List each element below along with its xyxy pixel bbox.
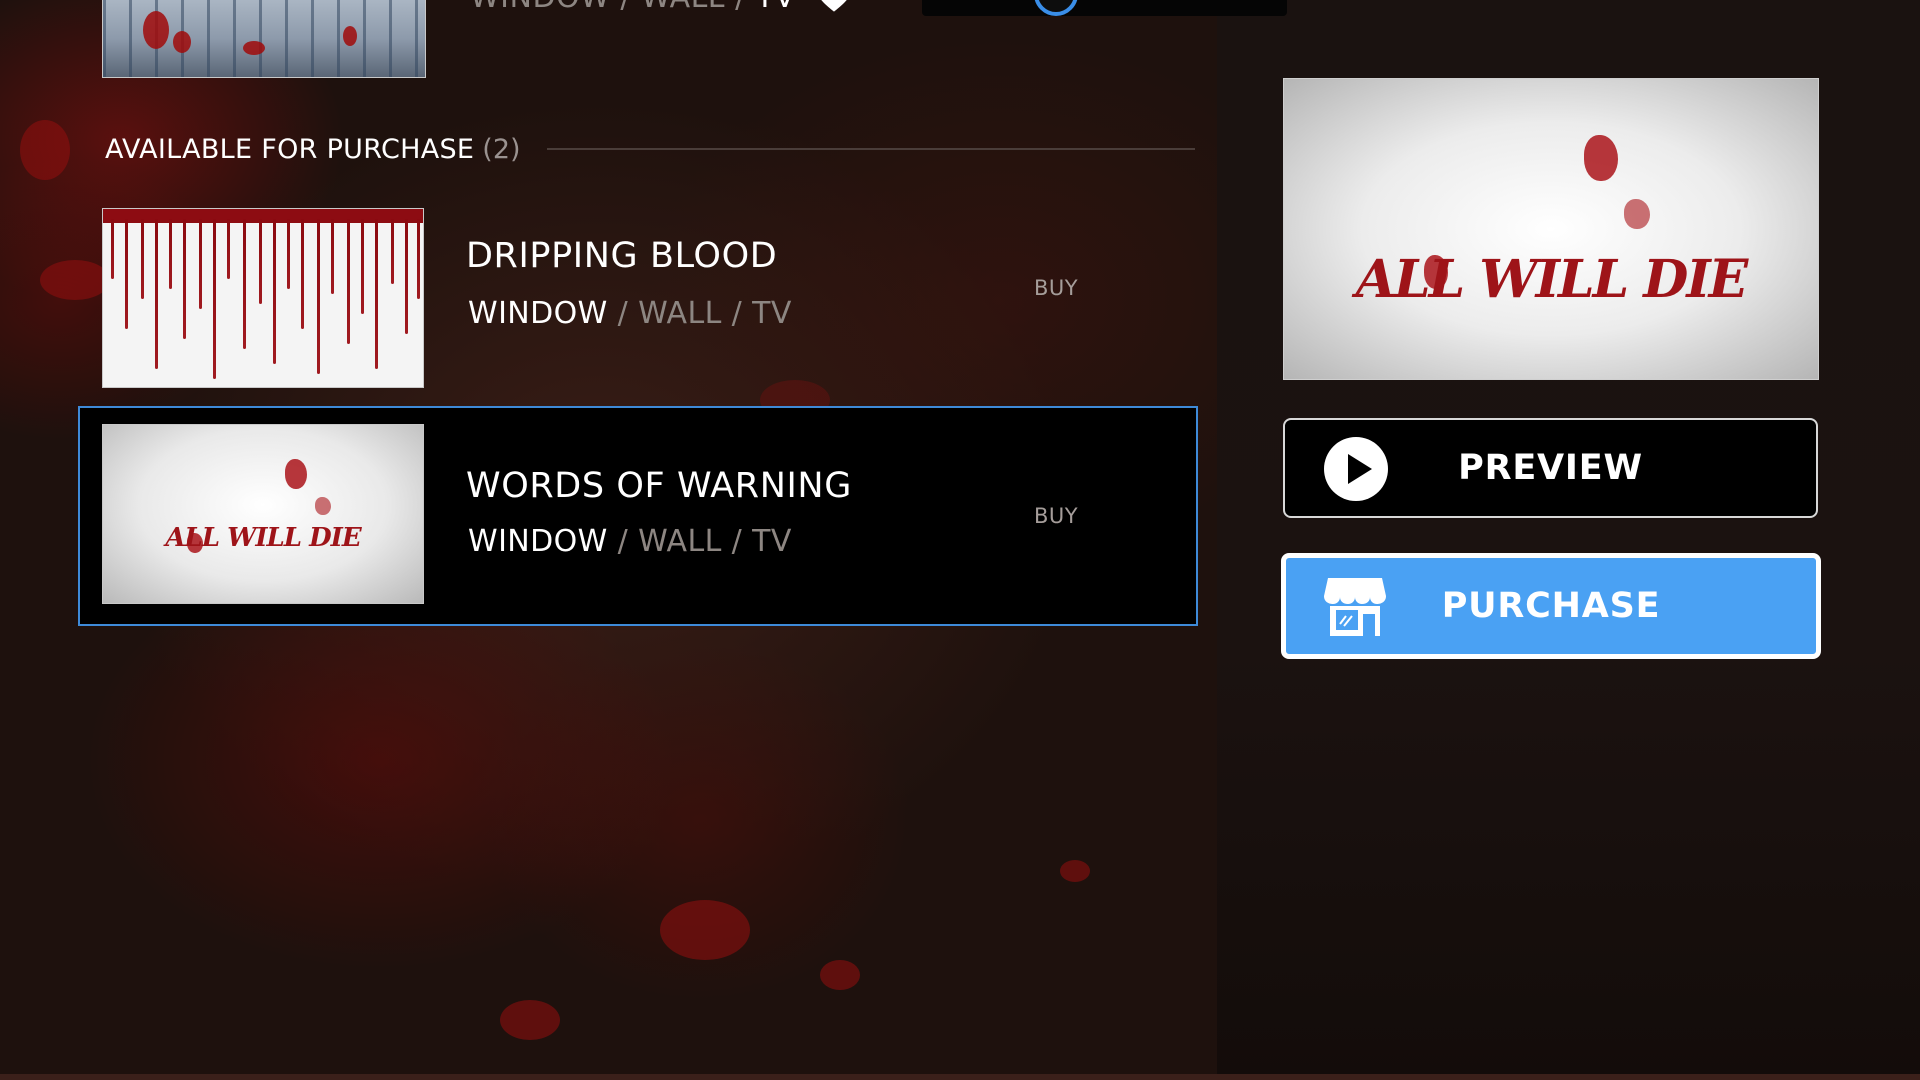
item-thumbnail (102, 208, 424, 388)
list-item-partial[interactable]: WINDOW / WALL / TV (102, 0, 1287, 78)
blood-spatter (1060, 860, 1090, 882)
blood-spatter (660, 900, 750, 960)
platform-separator: / (735, 0, 756, 15)
blood-spatter (20, 120, 70, 180)
item-title: DRIPPING BLOOD (466, 236, 778, 276)
item-thumbnail (102, 0, 426, 78)
preview-button[interactable]: PREVIEW (1283, 418, 1818, 518)
thumbnail-caption: ALL WILL DIE (165, 523, 361, 553)
platform-window: WINDOW (468, 296, 608, 331)
platform-separator: / (617, 296, 639, 331)
preview-button-label: PREVIEW (1458, 448, 1643, 488)
section-title: AVAILABLE FOR PURCHASE (105, 133, 475, 165)
platform-separator: / (620, 0, 641, 15)
preview-caption: ALL WILL DIE (1355, 249, 1749, 310)
buy-button[interactable]: BUY (1034, 504, 1078, 528)
platform-wall: WALL (638, 524, 722, 559)
heart-icon[interactable] (816, 0, 852, 14)
platform-toggle[interactable] (922, 0, 1287, 16)
platform-wall: WALL (638, 296, 722, 331)
item-platforms: WINDOW / WALL / TV (470, 0, 796, 15)
item-platforms: WINDOW / WALL / TV (468, 296, 792, 331)
bottom-edge (0, 1074, 1920, 1080)
section-count: (2) (482, 133, 521, 165)
section-divider (546, 148, 1195, 150)
platform-tv: TV (756, 0, 796, 15)
list-item-dripping-blood[interactable]: DRIPPING BLOOD WINDOW / WALL / TV BUY (78, 198, 1198, 418)
platform-separator: / (731, 524, 753, 559)
platform-wall: WALL (641, 0, 725, 15)
buy-button[interactable]: BUY (1034, 276, 1078, 300)
item-title: WORDS OF WARNING (466, 466, 852, 506)
blood-spatter (500, 1000, 560, 1040)
purchase-button-label: PURCHASE (1441, 586, 1661, 626)
section-header: AVAILABLE FOR PURCHASE (2) (105, 130, 1195, 168)
platform-window: WINDOW (470, 0, 610, 15)
toggle-knob[interactable] (1034, 0, 1078, 16)
item-thumbnail: ALL WILL DIE (102, 424, 424, 604)
screen: WINDOW / WALL / TV AVAILABLE FOR PURCHAS… (0, 0, 1920, 1080)
purchase-button[interactable]: PURCHASE (1281, 553, 1821, 659)
platform-separator: / (731, 296, 753, 331)
platform-window: WINDOW (468, 524, 608, 559)
platform-tv: TV (752, 296, 792, 331)
list-item-words-of-warning[interactable]: ALL WILL DIE WORDS OF WARNING WINDOW / W… (78, 406, 1198, 626)
preview-image: ALL WILL DIE (1283, 78, 1819, 380)
blood-spatter (820, 960, 860, 990)
platform-tv: TV (752, 524, 792, 559)
item-platforms: WINDOW / WALL / TV (468, 524, 792, 559)
platform-separator: / (617, 524, 639, 559)
